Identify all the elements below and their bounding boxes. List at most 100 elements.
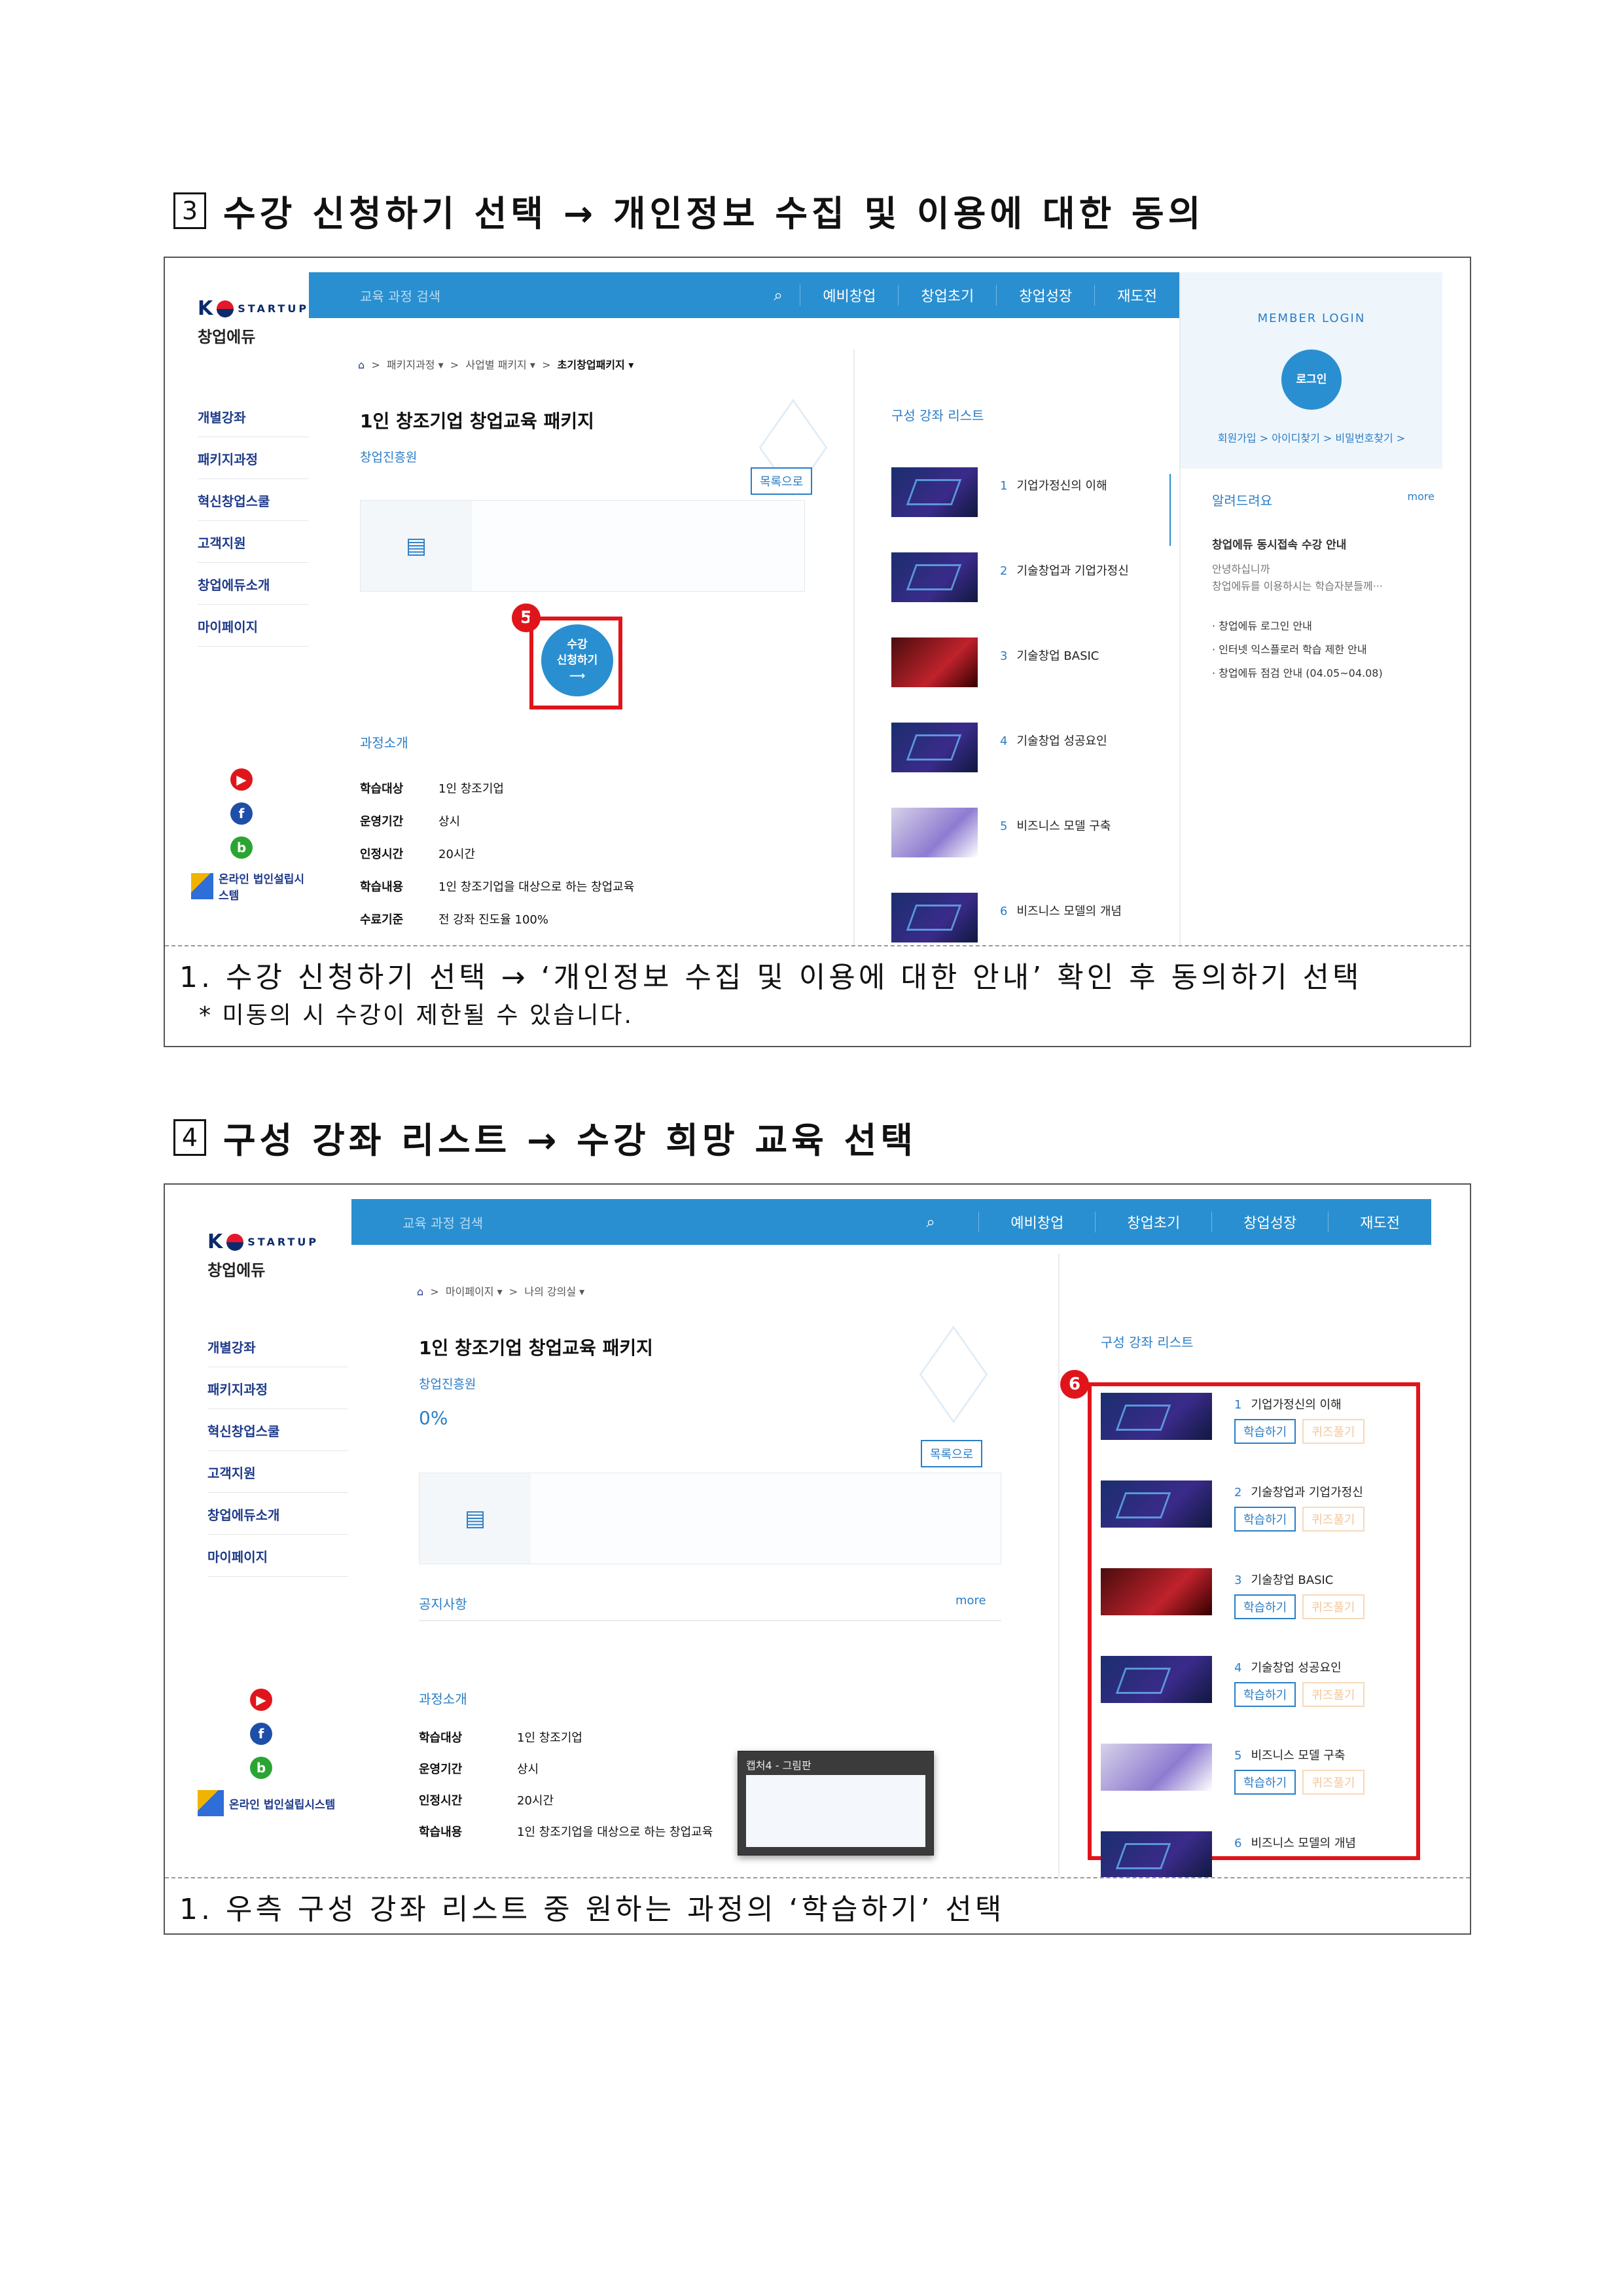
column-divider bbox=[853, 350, 855, 945]
facebook-icon[interactable]: f bbox=[250, 1723, 272, 1745]
nav-item[interactable]: 혁신창업스쿨 bbox=[207, 1409, 348, 1451]
nav-item[interactable]: 마이페이지 bbox=[198, 605, 309, 647]
lecture-title: 비즈니스 모델 구축 bbox=[1016, 819, 1111, 833]
section3-caption: 1. 수강 신청하기 선택 → ‘개인정보 수집 및 이용에 대한 안내’ 확인… bbox=[165, 945, 1470, 1043]
nav-item[interactable]: 고객지원 bbox=[207, 1451, 348, 1493]
menu-item[interactable]: 창업초기 bbox=[898, 285, 996, 306]
side-nav: 개별강좌 패키지과정 혁신창업스쿨 고객지원 창업에듀소개 마이페이지 bbox=[207, 1325, 348, 1577]
nav-item[interactable]: 패키지과정 bbox=[198, 437, 309, 479]
facebook-icon[interactable]: f bbox=[230, 802, 253, 825]
breadcrumb-item[interactable]: 마이페이지 ▾ bbox=[446, 1285, 503, 1298]
info-row: 운영기간 상시 bbox=[419, 1753, 713, 1784]
quiz-button[interactable]: 퀴즈풀기 bbox=[1302, 1770, 1364, 1795]
corp-system-logo[interactable]: 온라인 법인설립시스템 bbox=[198, 1790, 335, 1816]
search-input[interactable]: 교육 과정 검색 bbox=[309, 286, 774, 305]
login-button[interactable]: 로그인 bbox=[1281, 350, 1342, 410]
menu-item[interactable]: 예비창업 bbox=[800, 285, 898, 306]
notice-main[interactable]: 창업에듀 동시접속 수강 안내 bbox=[1212, 535, 1435, 552]
lecture-list-title: 구성 강좌 리스트 bbox=[1101, 1335, 1194, 1350]
notice-item[interactable]: · 창업에듀 로그인 안내 bbox=[1212, 615, 1435, 638]
breadcrumb-item[interactable]: 나의 강의실 ▾ bbox=[524, 1285, 584, 1298]
logo[interactable]: K STARTUP 창업에듀 bbox=[207, 1230, 319, 1280]
lecture-title: 기업가정신의 이해 bbox=[1016, 479, 1107, 493]
home-icon[interactable]: ⌂ bbox=[358, 359, 365, 371]
nav-item[interactable]: 마이페이지 bbox=[207, 1535, 348, 1577]
social-links: ▶ f b bbox=[250, 1689, 272, 1791]
lecture-item[interactable]: 1 기업가정신의 이해 bbox=[891, 467, 1107, 517]
menu-item[interactable]: 재도전 bbox=[1094, 285, 1179, 306]
lecture-thumbnail bbox=[1101, 1568, 1212, 1615]
logo-startup: STARTUP bbox=[247, 1236, 319, 1248]
lecture-item[interactable]: 4 기술창업 성공요인 bbox=[891, 723, 1107, 772]
lecture-item: 3 기술창업 BASIC 학습하기 퀴즈풀기 bbox=[1101, 1568, 1364, 1619]
breadcrumb-item[interactable]: 패키지과정 ▾ bbox=[387, 359, 444, 371]
blog-icon[interactable]: b bbox=[230, 836, 253, 859]
quiz-button[interactable]: 퀴즈풀기 bbox=[1302, 1507, 1364, 1532]
study-button[interactable]: 학습하기 bbox=[1234, 1682, 1296, 1707]
menu-item[interactable]: 재도전 bbox=[1328, 1211, 1431, 1232]
lecture-item: 5 비즈니스 모델 구축 학습하기 퀴즈풀기 bbox=[1101, 1744, 1364, 1795]
list-scrollbar[interactable] bbox=[1169, 474, 1171, 546]
notice-msg: 안녕하십니까 bbox=[1212, 563, 1270, 575]
notice-panel: 알려드려요 more 창업에듀 동시접속 수강 안내 안녕하십니까 창업에듀를 이용… bbox=[1212, 490, 1435, 685]
nav-item[interactable]: 고객지원 bbox=[198, 521, 309, 563]
lecture-item[interactable]: 2 기술창업과 기업가정신 bbox=[891, 552, 1129, 602]
info-value: 1인 창조기업 bbox=[517, 1731, 582, 1745]
section4-number: 4 bbox=[173, 1119, 206, 1156]
lecture-item[interactable]: 6 비즈니스 모델의 개념 bbox=[891, 893, 1122, 942]
menu-item[interactable]: 창업초기 bbox=[1095, 1211, 1211, 1232]
side-nav: 개별강좌 패키지과정 혁신창업스쿨 고객지원 창업에듀소개 마이페이지 bbox=[198, 395, 309, 647]
study-button[interactable]: 학습하기 bbox=[1234, 1507, 1296, 1532]
blog-icon[interactable]: b bbox=[250, 1757, 272, 1779]
youtube-icon[interactable]: ▶ bbox=[230, 768, 253, 791]
menu-item[interactable]: 창업성장 bbox=[1211, 1211, 1328, 1232]
breadcrumb-item[interactable]: 초기창업패키지 ▾ bbox=[558, 359, 634, 371]
menu-item[interactable]: 창업성장 bbox=[996, 285, 1094, 306]
notice-item[interactable]: · 창업에듀 점검 안내 (04.05~04.08) bbox=[1212, 662, 1435, 685]
quiz-button[interactable]: 퀴즈풀기 bbox=[1302, 1594, 1364, 1619]
lecture-title: 비즈니스 모델의 개념 bbox=[1251, 1837, 1356, 1850]
list-button[interactable]: 목록으로 bbox=[751, 467, 813, 495]
study-button[interactable]: 학습하기 bbox=[1234, 1594, 1296, 1619]
nav-item[interactable]: 개별강좌 bbox=[198, 395, 309, 437]
logo-edu: 창업에듀 bbox=[198, 328, 256, 346]
lecture-item[interactable]: 5 비즈니스 모델 구축 bbox=[891, 808, 1111, 857]
home-icon[interactable]: ⌂ bbox=[417, 1285, 423, 1298]
search-icon[interactable]: ⌕ bbox=[926, 1213, 978, 1231]
section4-caption: 1. 우측 구성 강좌 리스트 중 원하는 과정의 ‘학습하기’ 선택 bbox=[165, 1877, 1470, 1941]
logo[interactable]: K STARTUP 창업에듀 bbox=[198, 297, 309, 347]
nav-item[interactable]: 창업에듀소개 bbox=[198, 563, 309, 605]
corp-system-label: 온라인 법인설립시스템 bbox=[229, 1798, 336, 1812]
lecture-number: 6 bbox=[1234, 1837, 1242, 1850]
info-row: 학습대상 1인 창조기업 bbox=[419, 1721, 713, 1753]
list-button[interactable]: 목록으로 bbox=[921, 1440, 983, 1467]
nav-item[interactable]: 개별강좌 bbox=[207, 1325, 348, 1367]
quiz-button[interactable]: 퀴즈풀기 bbox=[1302, 1682, 1364, 1707]
login-panel: MEMBER LOGIN 로그인 회원가입 > 아이디찾기 > 비밀번호찾기 > bbox=[1181, 272, 1442, 469]
lecture-item[interactable]: 3 기술창업 BASIC bbox=[891, 637, 1099, 687]
menu-item[interactable]: 예비창업 bbox=[978, 1211, 1095, 1232]
nav-item[interactable]: 혁신창업스쿨 bbox=[198, 479, 309, 521]
search-input[interactable]: 교육 과정 검색 bbox=[351, 1213, 926, 1232]
lecture-thumbnail bbox=[1101, 1393, 1212, 1440]
study-button[interactable]: 학습하기 bbox=[1234, 1419, 1296, 1444]
notice-more-link[interactable]: more bbox=[1408, 490, 1435, 509]
notice-more-link[interactable]: more bbox=[955, 1594, 986, 1607]
quiz-button[interactable]: 퀴즈풀기 bbox=[1302, 1419, 1364, 1444]
info-row: 인정시간 20시간 bbox=[360, 837, 634, 870]
nav-item[interactable]: 패키지과정 bbox=[207, 1367, 348, 1409]
nav-item[interactable]: 창업에듀소개 bbox=[207, 1493, 348, 1535]
intro-title: 과정소개 bbox=[360, 735, 408, 751]
corp-system-logo[interactable]: 온라인 법인설립시스템 bbox=[191, 870, 309, 903]
study-button[interactable]: 학습하기 bbox=[1234, 1770, 1296, 1795]
paint-window-preview bbox=[746, 1775, 925, 1847]
youtube-icon[interactable]: ▶ bbox=[250, 1689, 272, 1711]
notice-item[interactable]: · 인터넷 익스플로러 학습 제한 안내 bbox=[1212, 638, 1435, 662]
breadcrumb-item[interactable]: 사업별 패키지 ▾ bbox=[465, 359, 535, 371]
apply-button[interactable]: 수강 신청하기 ⟶ bbox=[541, 624, 613, 696]
info-row: 학습내용 1인 창조기업을 대상으로 하는 창업교육 bbox=[419, 1816, 713, 1847]
paint-window-thumbnail[interactable]: 캡처4 - 그림판 bbox=[738, 1751, 934, 1856]
search-icon[interactable]: ⌕ bbox=[774, 286, 800, 304]
lecture-item: 2 기술창업과 기업가정신 학습하기 퀴즈풀기 bbox=[1101, 1480, 1364, 1532]
account-links[interactable]: 회원가입 > 아이디찾기 > 비밀번호찾기 > bbox=[1181, 429, 1442, 445]
